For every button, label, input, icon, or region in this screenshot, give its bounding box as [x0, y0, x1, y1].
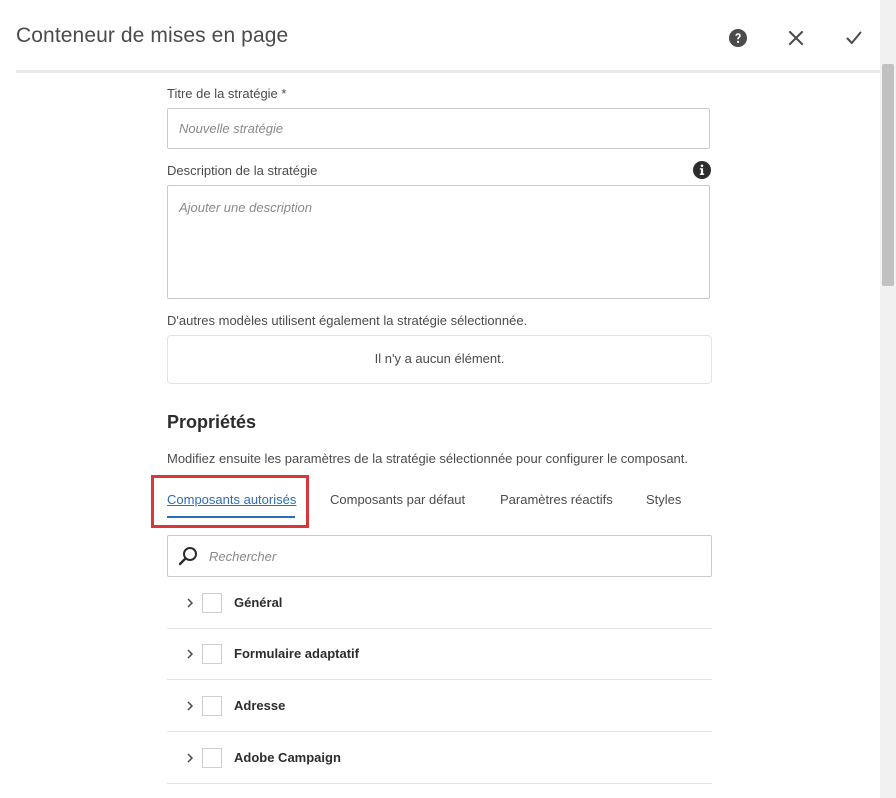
component-group-row: Général [167, 578, 712, 629]
group-label: Général [234, 595, 283, 610]
chevron-right-icon[interactable] [185, 751, 195, 765]
scrollbar-thumb[interactable] [882, 64, 894, 286]
policy-dialog: Conteneur de mises en page Titre de la s… [0, 0, 896, 798]
policy-title-placeholder: Nouvelle stratégie [179, 121, 284, 136]
other-templates-list: Il n'y a aucun élément. [167, 335, 712, 384]
policy-title-label: Titre de la stratégie * [167, 86, 287, 101]
chevron-right-icon[interactable] [185, 596, 195, 610]
components-search-field[interactable]: Rechercher [167, 535, 712, 577]
chevron-right-icon[interactable] [185, 699, 195, 713]
properties-description: Modifiez ensuite les paramètres de la st… [167, 451, 689, 466]
search-placeholder: Rechercher [209, 549, 277, 564]
chevron-right-icon[interactable] [185, 647, 195, 661]
policy-description-placeholder: Ajouter une description [179, 200, 312, 215]
help-button[interactable] [726, 26, 750, 50]
dialog-header: Conteneur de mises en page [0, 0, 880, 72]
tab-styles[interactable]: Styles [646, 492, 681, 507]
group-checkbox[interactable] [202, 748, 222, 768]
component-group-row: Adobe Campaign [167, 733, 712, 784]
header-divider [16, 70, 880, 73]
checkmark-icon [846, 31, 862, 44]
group-label: Formulaire adaptatif [234, 646, 359, 661]
help-circle-icon [729, 29, 747, 47]
group-label: Adobe Campaign [234, 750, 341, 765]
dialog-title: Conteneur de mises en page [16, 24, 289, 47]
search-icon [178, 547, 197, 566]
policy-description-label: Description de la stratégie [167, 163, 318, 178]
other-templates-label: D'autres modèles utilisent également la … [167, 313, 528, 328]
component-group-row: Formulaire adaptatif [167, 629, 712, 680]
group-checkbox[interactable] [202, 593, 222, 613]
group-checkbox[interactable] [202, 696, 222, 716]
close-icon [789, 31, 803, 45]
policy-description-textarea[interactable]: Ajouter une description [167, 185, 710, 299]
properties-heading: Propriétés [167, 412, 257, 432]
done-button[interactable] [842, 26, 866, 50]
group-label: Adresse [234, 698, 286, 713]
tab-highlight-annotation [151, 475, 309, 528]
component-group-row: Adresse [167, 681, 712, 732]
empty-list-message: Il n'y a aucun élément. [374, 351, 505, 366]
info-icon[interactable] [693, 161, 711, 179]
group-checkbox[interactable] [202, 644, 222, 664]
policy-title-input[interactable]: Nouvelle stratégie [167, 108, 710, 149]
tab-default-components[interactable]: Composants par défaut [330, 492, 465, 507]
tab-responsive-settings[interactable]: Paramètres réactifs [500, 492, 613, 507]
close-button[interactable] [784, 26, 808, 50]
vertical-scrollbar[interactable] [880, 0, 896, 798]
